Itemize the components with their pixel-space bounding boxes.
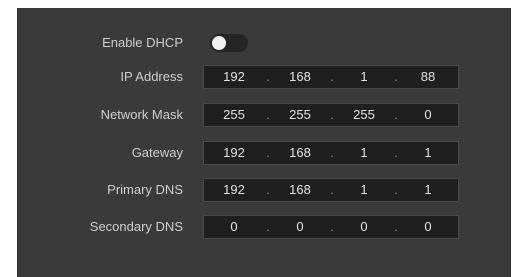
ip-address-label: IP Address	[120, 69, 183, 84]
octet-separator: .	[266, 182, 270, 197]
mask-octet-1[interactable]: 255	[214, 104, 254, 126]
secondary-dns-octet-4[interactable]: 0	[408, 216, 448, 238]
octet-separator: .	[330, 219, 334, 234]
octet-separator: .	[394, 107, 398, 122]
octet-separator: .	[330, 145, 334, 160]
secondary-dns-label: Secondary DNS	[89, 219, 183, 234]
octet-separator: .	[266, 107, 270, 122]
octet-separator: .	[394, 69, 398, 84]
mask-octet-2[interactable]: 255	[280, 104, 320, 126]
gateway-row: Gateway 192 . 168 . 1 . 1	[17, 141, 511, 165]
octet-separator: .	[394, 145, 398, 160]
ip-address-row: IP Address 192 . 168 . 1 . 88	[17, 65, 511, 89]
primary-dns-row: Primary DNS 192 . 168 . 1 . 1	[17, 178, 511, 202]
octet-separator: .	[394, 182, 398, 197]
primary-dns-octet-4[interactable]: 1	[408, 179, 448, 201]
primary-dns-input[interactable]: 192 . 168 . 1 . 1	[203, 178, 459, 202]
octet-separator: .	[266, 145, 270, 160]
octet-separator: .	[330, 107, 334, 122]
octet-separator: .	[266, 69, 270, 84]
ip-address-input[interactable]: 192 . 168 . 1 . 88	[203, 65, 459, 89]
network-mask-row: Network Mask 255 . 255 . 255 . 0	[17, 103, 511, 127]
octet-separator: .	[330, 69, 334, 84]
toggle-knob[interactable]	[212, 36, 226, 50]
mask-octet-3[interactable]: 255	[344, 104, 384, 126]
dhcp-label: Enable DHCP	[102, 35, 183, 50]
octet-separator: .	[394, 219, 398, 234]
octet-separator: .	[330, 182, 334, 197]
dhcp-row: Enable DHCP	[17, 31, 511, 55]
ip-octet-3[interactable]: 1	[344, 66, 384, 88]
octet-separator: .	[266, 219, 270, 234]
secondary-dns-octet-2[interactable]: 0	[280, 216, 320, 238]
dhcp-toggle[interactable]	[210, 34, 248, 52]
primary-dns-octet-3[interactable]: 1	[344, 179, 384, 201]
gateway-octet-1[interactable]: 192	[214, 142, 254, 164]
ip-octet-2[interactable]: 168	[280, 66, 320, 88]
secondary-dns-octet-3[interactable]: 0	[344, 216, 384, 238]
network-settings-panel: Enable DHCP IP Address 192 . 168 . 1 . 8…	[17, 8, 511, 277]
network-mask-label: Network Mask	[100, 107, 183, 122]
gateway-octet-4[interactable]: 1	[408, 142, 448, 164]
gateway-octet-2[interactable]: 168	[280, 142, 320, 164]
primary-dns-octet-1[interactable]: 192	[214, 179, 254, 201]
primary-dns-label: Primary DNS	[107, 182, 183, 197]
gateway-octet-3[interactable]: 1	[344, 142, 384, 164]
mask-octet-4[interactable]: 0	[408, 104, 448, 126]
secondary-dns-octet-1[interactable]: 0	[214, 216, 254, 238]
ip-octet-1[interactable]: 192	[214, 66, 254, 88]
ip-octet-4[interactable]: 88	[408, 66, 448, 88]
gateway-label: Gateway	[131, 145, 183, 160]
network-mask-input[interactable]: 255 . 255 . 255 . 0	[203, 103, 459, 127]
secondary-dns-input[interactable]: 0 . 0 . 0 . 0	[203, 215, 459, 239]
gateway-input[interactable]: 192 . 168 . 1 . 1	[203, 141, 459, 165]
primary-dns-octet-2[interactable]: 168	[280, 179, 320, 201]
secondary-dns-row: Secondary DNS 0 . 0 . 0 . 0	[17, 215, 511, 239]
